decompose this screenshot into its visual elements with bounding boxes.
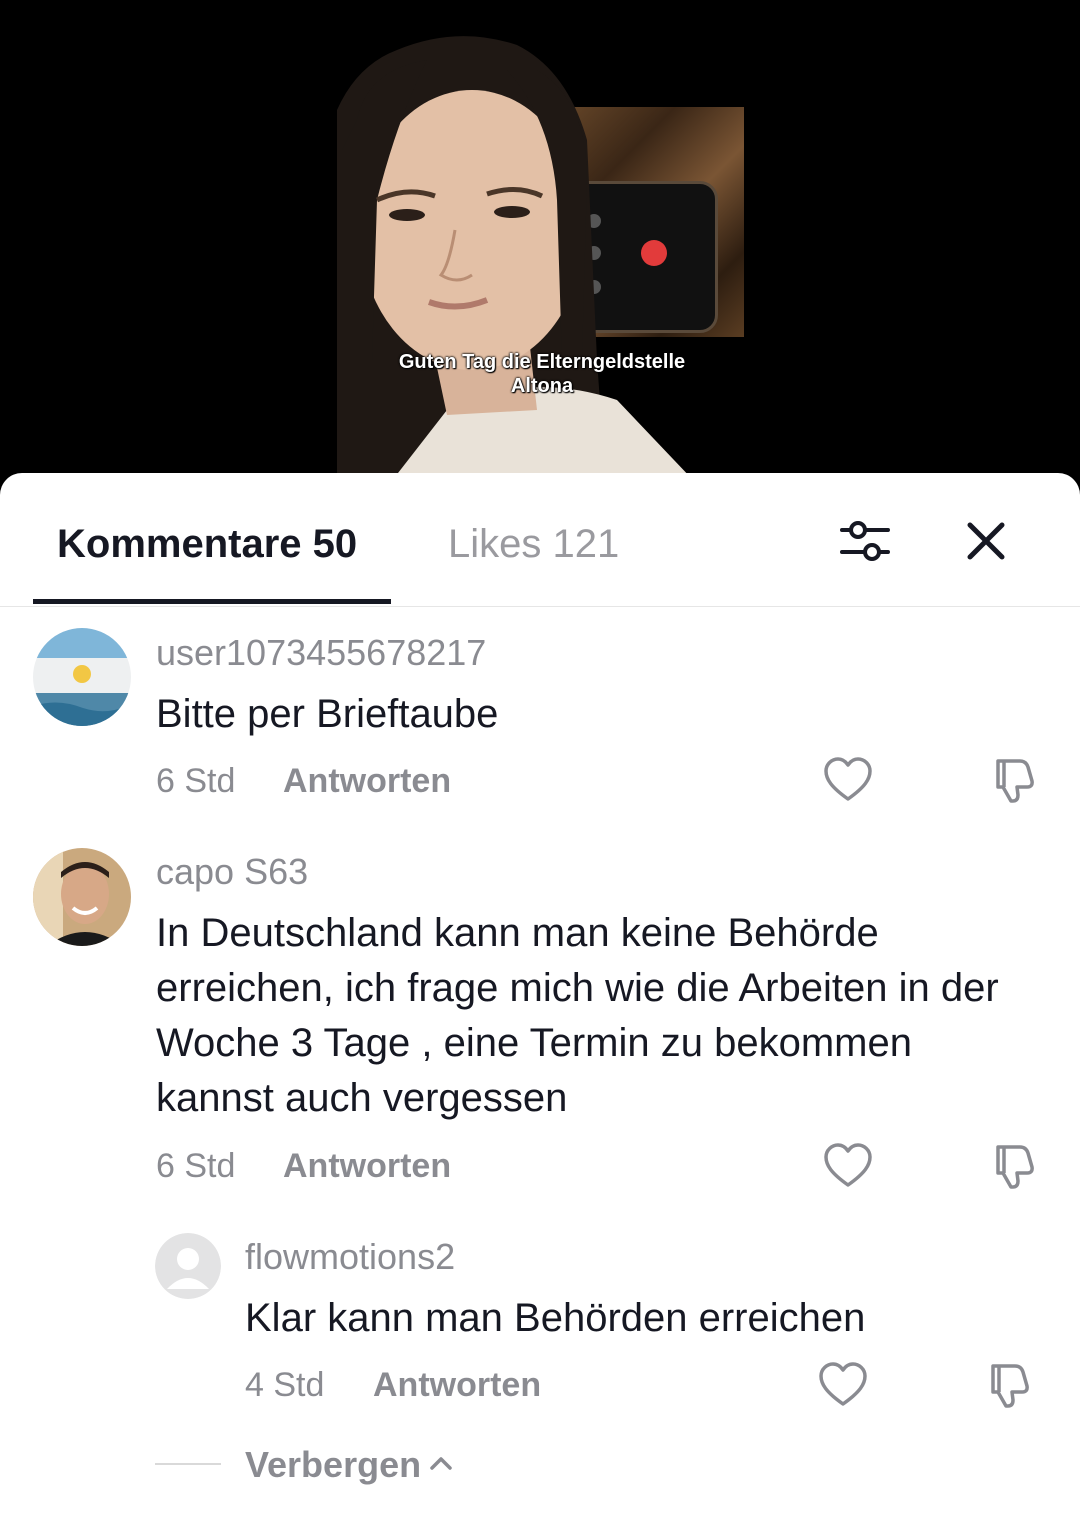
- thumbs-down-icon[interactable]: [990, 1141, 1038, 1189]
- heart-outline-icon[interactable]: [823, 1143, 873, 1189]
- chevron-up-icon[interactable]: [428, 1453, 454, 1473]
- avatar[interactable]: [155, 1233, 221, 1299]
- thumbs-down-icon[interactable]: [990, 755, 1038, 803]
- tab-comments[interactable]: Kommentare 50: [57, 521, 357, 567]
- avatar[interactable]: [33, 628, 131, 726]
- heart-outline-icon[interactable]: [818, 1362, 868, 1408]
- tab-bar: Kommentare 50 Likes 121: [0, 473, 1080, 607]
- heart-outline-icon[interactable]: [823, 757, 873, 803]
- reply-text: Klar kann man Behörden erreichen: [245, 1296, 866, 1340]
- avatar[interactable]: [33, 848, 131, 946]
- comment-time: 6 Std: [156, 762, 236, 800]
- comment-time: 6 Std: [156, 1147, 236, 1185]
- reply-time: 4 Std: [245, 1366, 325, 1404]
- video-caption: Guten Tag die Elterngeldstelle Altona: [398, 351, 686, 397]
- comment-text: In Deutschland kann man keine Behörde er…: [156, 911, 999, 1120]
- reply-button[interactable]: Antworten: [373, 1365, 541, 1405]
- active-tab-indicator: [33, 599, 391, 604]
- comment-text: Bitte per Brieftaube: [156, 692, 499, 736]
- tab-likes[interactable]: Likes 121: [448, 521, 619, 567]
- divider: [155, 1463, 221, 1465]
- close-icon[interactable]: [964, 519, 1008, 563]
- reply-button[interactable]: Antworten: [283, 1146, 451, 1186]
- thumbs-down-icon[interactable]: [985, 1360, 1033, 1408]
- person-image: [337, 36, 712, 500]
- video-player[interactable]: Guten Tag die Elterngeldstelle Altona: [0, 0, 1080, 500]
- sliders-icon[interactable]: [838, 517, 892, 565]
- comment-username[interactable]: capo S63: [156, 852, 308, 892]
- hide-replies-button[interactable]: Verbergen: [245, 1445, 421, 1485]
- comment-username[interactable]: user1073455678217: [156, 633, 486, 673]
- reply-username[interactable]: flowmotions2: [245, 1237, 455, 1277]
- reply-button[interactable]: Antworten: [283, 761, 451, 801]
- comments-sheet: Kommentare 50 Likes 121 user107345567821…: [0, 473, 1080, 1521]
